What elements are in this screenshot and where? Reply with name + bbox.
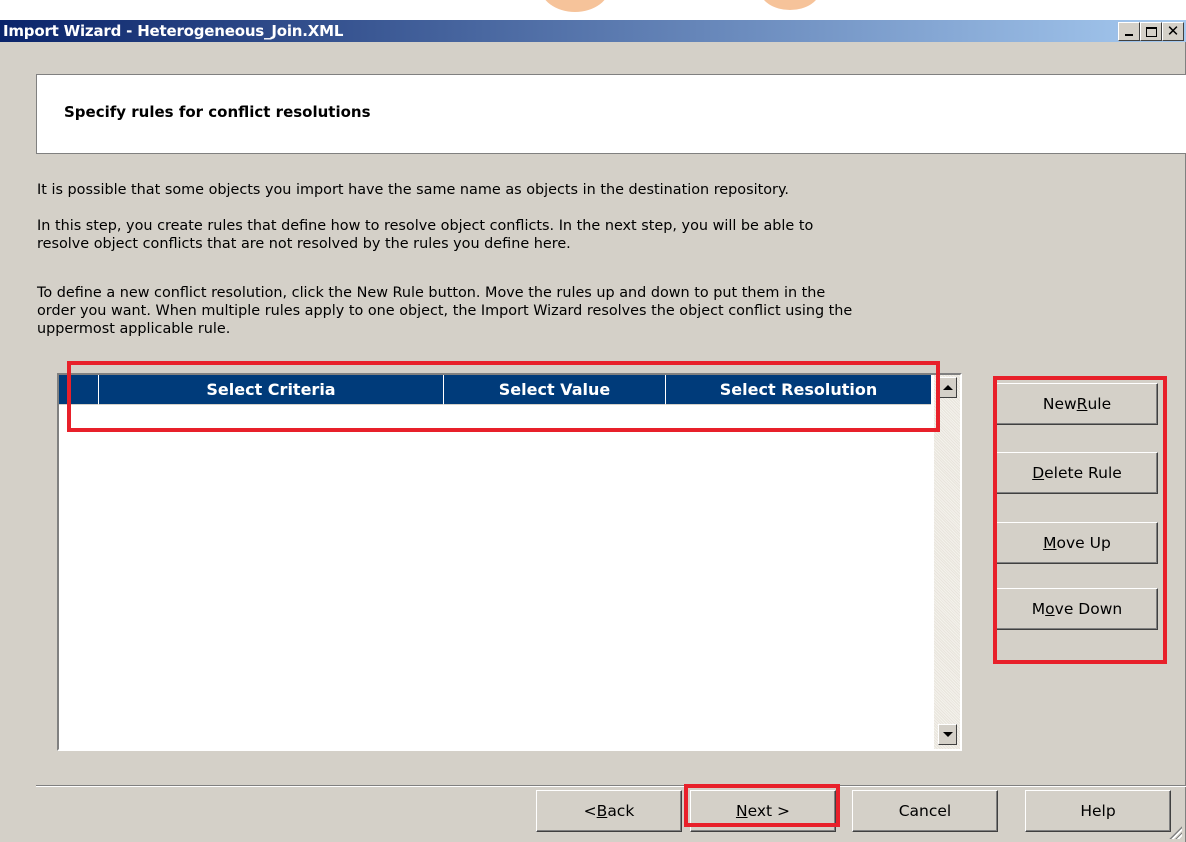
window-controls: ✕ [1118,22,1184,41]
column-header-value[interactable]: Select Value [444,375,666,405]
close-button[interactable]: ✕ [1162,22,1184,41]
button-label: M [1031,600,1046,618]
description-paragraph-2: In this step, you create rules that defi… [37,217,1177,253]
access-key: D [1032,464,1045,482]
rules-table-body[interactable]: Select Criteria Select Value Select Reso… [59,375,934,749]
access-key: o [1045,600,1055,618]
arrow-down-icon [942,732,953,737]
description-text: It is possible that some objects you imp… [37,182,790,198]
decorative-shape [540,0,610,12]
row-header-column [68,375,99,405]
vertical-scrollbar[interactable] [934,375,960,749]
rules-table[interactable]: Select Criteria Select Value Select Reso… [57,373,962,751]
access-key: B [596,802,608,820]
minimize-icon [1125,34,1133,36]
button-label: elete Rule [1044,464,1122,482]
resize-grip-icon[interactable] [1168,825,1182,839]
button-label: ove Up [1056,534,1111,552]
decorative-shape [760,0,820,10]
description-paragraph-3: To define a new conflict resolution, cli… [37,284,1177,338]
cancel-button[interactable]: Cancel [852,790,998,832]
rules-table-header: Select Criteria Select Value Select Reso… [59,375,931,405]
button-label: New [1042,395,1077,413]
maximize-icon [1145,26,1157,37]
help-button[interactable]: Help [1025,790,1171,832]
move-up-button[interactable]: Move Up [996,522,1158,564]
column-header-resolution[interactable]: Select Resolution [666,375,931,405]
footer-separator [36,785,1186,787]
wizard-header: Specify rules for conflict resolutions [36,74,1186,154]
new-rule-button[interactable]: New Rule [996,383,1158,425]
button-label: ack [607,802,635,820]
button-label: ve Down [1054,600,1123,618]
scroll-up-button[interactable] [938,377,957,398]
description-text: To define a new conflict resolution, cli… [37,285,826,301]
description-text: order you want. When multiple rules appl… [37,303,853,319]
page-title: Specify rules for conflict resolutions [64,103,371,121]
description-text: resolve object conflicts that are not re… [37,236,571,252]
close-icon: ✕ [1166,22,1180,40]
description-paragraph-1: It is possible that some objects you imp… [37,181,1177,199]
access-key: M [1043,534,1057,552]
window-title: Import Wizard - Heterogeneous_Join.XML [3,22,344,40]
row-header-corner [59,375,68,405]
title-bar[interactable]: Import Wizard - Heterogeneous_Join.XML ✕ [0,20,1186,42]
back-button[interactable]: < Back [536,790,682,832]
arrow-up-icon [942,385,953,390]
minimize-button[interactable] [1118,22,1140,41]
maximize-button[interactable] [1140,22,1162,41]
move-down-button[interactable]: Mo ve Down [996,588,1158,630]
import-wizard-dialog: Import Wizard - Heterogeneous_Join.XML ✕… [0,20,1186,842]
access-key: R [1076,395,1088,413]
description-text: uppermost applicable rule. [37,321,231,337]
delete-rule-button[interactable]: Delete Rule [996,452,1158,494]
access-key: N [735,802,748,820]
button-label: ule [1087,395,1112,413]
next-button[interactable]: Next > [690,790,836,832]
button-label: < [583,802,597,820]
scroll-down-button[interactable] [938,724,957,745]
column-header-criteria[interactable]: Select Criteria [99,375,444,405]
document-background [0,0,1186,20]
button-label: ext > [747,802,791,820]
description-text: In this step, you create rules that defi… [37,218,814,234]
